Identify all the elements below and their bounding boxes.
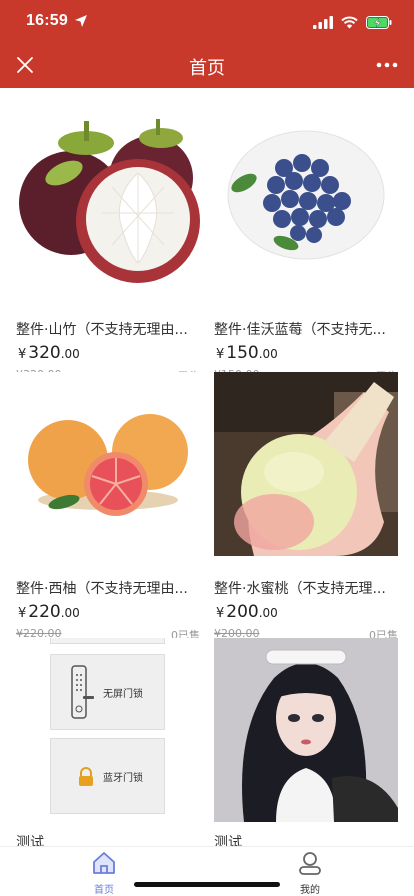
product-image-mangosteen[interactable]	[16, 113, 200, 297]
more-icon[interactable]	[374, 54, 400, 76]
product-name[interactable]: 整件·西柚（不支持无理由...	[16, 578, 200, 598]
status-icons	[313, 14, 392, 30]
product-name[interactable]: 整件·山竹（不支持无理由...	[16, 319, 200, 339]
wifi-icon	[341, 16, 358, 28]
padlock-icon	[79, 767, 93, 786]
product-price: ¥220.00	[18, 602, 80, 622]
product-name[interactable]: 测试	[16, 832, 200, 846]
product-name[interactable]: 整件·水蜜桃（不支持无理...	[214, 578, 398, 598]
product-image-girl-illustration[interactable]	[214, 638, 398, 822]
tab-mine[interactable]: 我的	[280, 851, 340, 896]
signal-icon	[313, 15, 333, 29]
product-price: ¥200.00	[216, 602, 278, 622]
home-icon	[93, 852, 115, 874]
tab-home[interactable]: 首页	[74, 851, 134, 896]
product-name[interactable]: 测试	[214, 832, 398, 846]
tab-bar: 首页 我的	[0, 846, 414, 896]
product-name[interactable]: 整件·佳沃蓝莓（不支持无...	[214, 319, 398, 339]
product-price: ¥320.00	[18, 343, 80, 363]
product-image-blueberries[interactable]	[214, 113, 398, 297]
product-image-grapefruit[interactable]	[16, 372, 200, 556]
user-icon	[299, 852, 321, 875]
tab-home-label: 首页	[94, 885, 114, 896]
product-image-peach[interactable]	[214, 372, 398, 556]
battery-charging-icon	[366, 15, 392, 29]
smart-lock-icon	[71, 665, 94, 719]
app-header: 16:59 首页	[0, 0, 414, 88]
product-grid: 整件·山竹（不支持无理由... ¥320.00 ¥320.00 0已售 整件·佳…	[0, 88, 414, 846]
status-bar: 16:59	[0, 0, 414, 44]
tab-mine-label: 我的	[300, 885, 320, 896]
product-price: ¥150.00	[216, 343, 278, 363]
location-arrow-icon	[75, 15, 87, 27]
page-title: 首页	[189, 58, 225, 79]
status-time: 16:59	[26, 12, 68, 29]
lock-label-2: 蓝牙门锁	[103, 773, 143, 784]
home-indicator	[134, 882, 280, 887]
product-image-door-locks[interactable]: 无屏门锁 蓝牙门锁	[16, 638, 200, 822]
nav-bar: 首页	[0, 44, 414, 88]
lock-label-1: 无屏门锁	[103, 689, 143, 700]
